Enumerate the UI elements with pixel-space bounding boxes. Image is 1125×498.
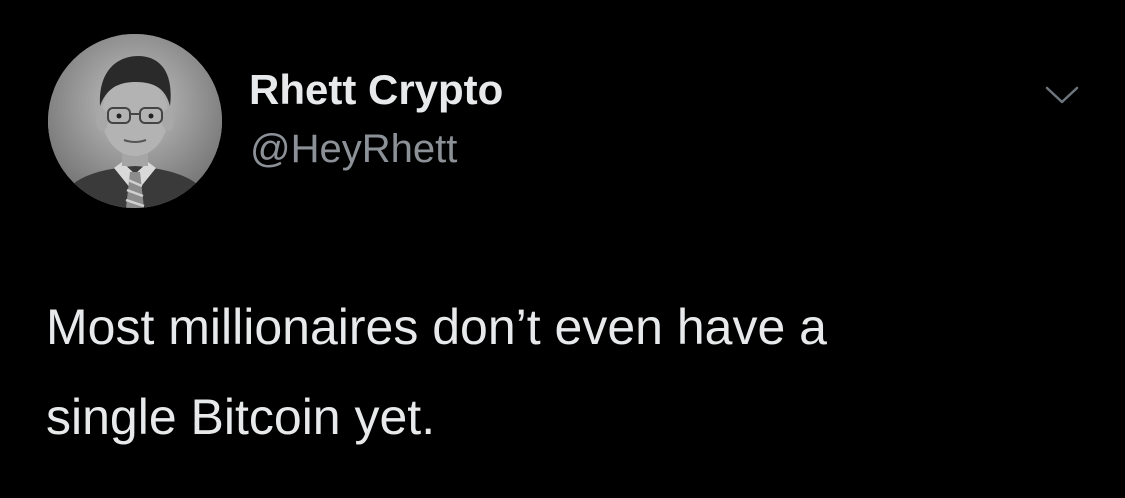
tweet-card: Rhett Crypto @HeyRhett Most millionaires…	[0, 0, 1125, 498]
tweet-text: Most millionaires don’t even have a sing…	[46, 299, 827, 445]
avatar[interactable]	[48, 34, 222, 208]
avatar-photo	[48, 34, 222, 208]
chevron-down-icon[interactable]	[1038, 78, 1086, 108]
user-handle[interactable]: @HeyRhett	[250, 126, 457, 172]
display-name[interactable]: Rhett Crypto	[249, 66, 503, 114]
